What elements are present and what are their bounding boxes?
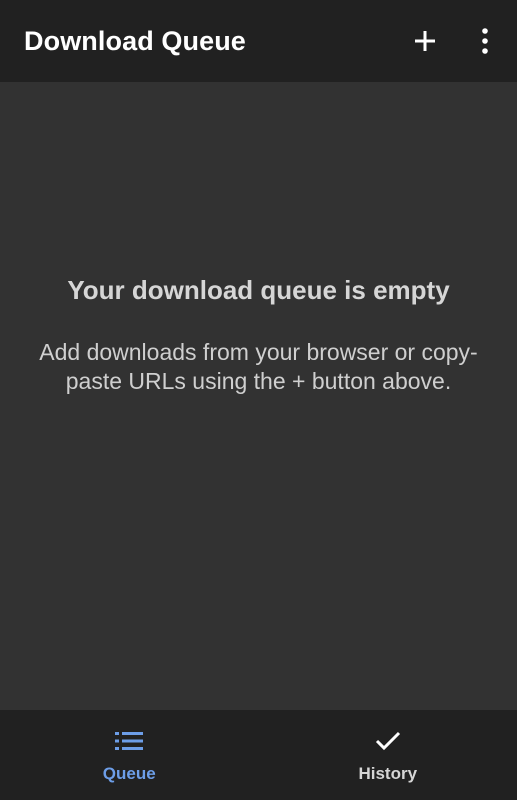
nav-label-history: History [358,764,418,783]
plus-icon [415,31,435,51]
add-download-button[interactable] [401,17,449,65]
check-icon [373,726,403,756]
more-options-button[interactable] [461,17,509,65]
app-bar: Download Queue [0,0,517,82]
page-title: Download Queue [24,25,246,56]
app-screen: Download Queue Your download queue is em… [0,0,517,800]
queue-content: Your download queue is empty Add downloa… [0,82,517,710]
nav-item-history[interactable]: History [259,710,517,800]
empty-state-title: Your download queue is empty [67,275,450,305]
nav-label-queue: Queue [102,764,156,783]
bottom-navigation: Queue History [0,710,517,800]
empty-state-message: Add downloads from your browser or copy-… [39,339,478,394]
nav-item-queue[interactable]: Queue [0,710,259,800]
list-icon [114,726,144,756]
more-vert-icon [482,28,488,54]
